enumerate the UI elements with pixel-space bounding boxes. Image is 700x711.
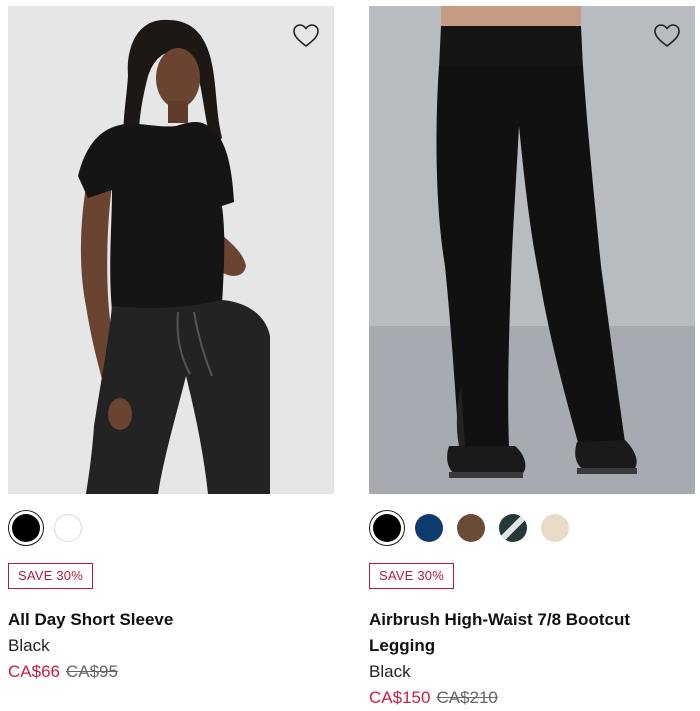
product-info: All Day Short Sleeve Black CA$66 CA$95 [8, 607, 334, 685]
color-swatches [8, 510, 86, 548]
sale-badge: SAVE 30% [8, 563, 93, 589]
swatch-dot [457, 514, 485, 542]
swatch-black[interactable] [369, 510, 405, 546]
sale-badge: SAVE 30% [369, 563, 454, 589]
model-photo [369, 6, 695, 494]
product-color: Black [8, 636, 50, 655]
product-image-2[interactable] [369, 6, 695, 494]
product-image-1[interactable] [8, 6, 334, 494]
product-card-2: SAVE 30% Airbrush High-Waist 7/8 Bootcut… [369, 0, 695, 711]
sale-price: CA$150 [369, 688, 431, 707]
swatch-dot [415, 514, 443, 542]
product-grid: SAVE 30% All Day Short Sleeve Black CA$6… [0, 0, 700, 711]
swatch-dot [12, 514, 40, 542]
wishlist-heart-icon[interactable] [653, 22, 681, 50]
product-color: Black [369, 662, 411, 681]
swatch-navy[interactable] [411, 510, 447, 546]
swatch-brown[interactable] [453, 510, 489, 546]
swatch-dot [499, 514, 527, 542]
swatch-cream[interactable] [537, 510, 573, 546]
swatch-dot [541, 514, 569, 542]
swatch-black[interactable] [8, 510, 44, 546]
model-photo [8, 6, 334, 494]
color-swatches [369, 510, 573, 548]
product-title[interactable]: All Day Short Sleeve [8, 607, 334, 633]
original-price: CA$95 [65, 662, 118, 681]
product-info: Airbrush High-Waist 7/8 Bootcut Legging … [369, 607, 695, 711]
product-title[interactable]: Airbrush High-Waist 7/8 Bootcut Legging [369, 607, 695, 659]
swatch-dot [54, 514, 82, 542]
sale-price: CA$66 [8, 662, 60, 681]
original-price: CA$210 [436, 688, 498, 707]
swatch-white[interactable] [50, 510, 86, 546]
wishlist-heart-icon[interactable] [292, 22, 320, 50]
price-block: CA$66 CA$95 [8, 659, 334, 685]
price-block: CA$150 CA$210 [369, 685, 695, 711]
swatch-dot [373, 514, 401, 542]
product-card-1: SAVE 30% All Day Short Sleeve Black CA$6… [8, 0, 334, 711]
swatch-dark-green-stripe[interactable] [495, 510, 531, 546]
